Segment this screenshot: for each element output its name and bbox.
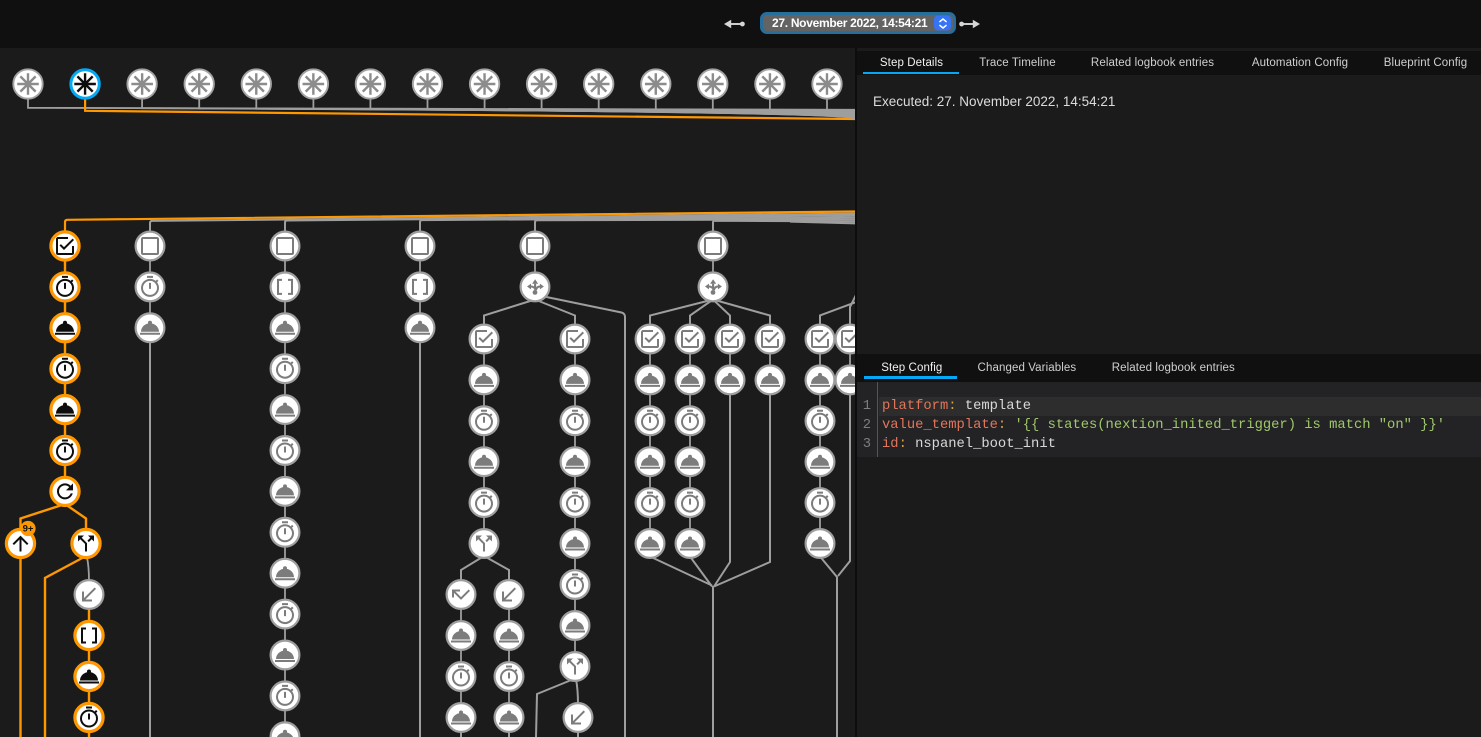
svg-text:9+: 9+ [23, 524, 34, 535]
